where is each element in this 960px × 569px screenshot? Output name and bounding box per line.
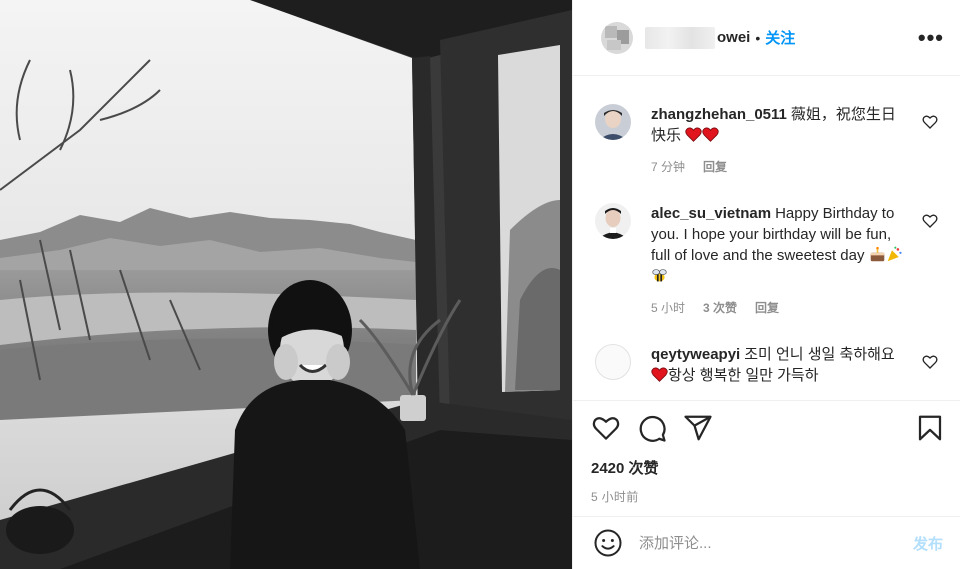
commenter-avatar[interactable] [595,104,631,140]
comment-item: zhangzhehan_0511 薇姐，祝您生日快乐 7 分钟 回复 [595,76,944,175]
heart-icon[interactable] [591,413,621,443]
red-heart-icon [651,367,668,382]
separator-dot: • [755,29,761,46]
comment-list[interactable]: zhangzhehan_0511 薇姐，祝您生日快乐 7 分钟 回复 alec_… [573,76,960,401]
commenter-avatar[interactable] [595,203,631,239]
follow-button[interactable]: 关注 [765,27,795,48]
comment-icon[interactable] [637,413,667,443]
action-icons [591,413,945,443]
post-timestamp[interactable]: 5 小时前 [591,488,945,505]
photo-image [0,0,572,569]
red-heart-icon [702,127,719,142]
commenter-avatar[interactable] [595,344,631,380]
author-name[interactable]: owei [645,26,751,49]
more-options-icon[interactable]: ••• [918,25,944,51]
post-comment-button[interactable]: 发布 [913,533,943,554]
comment-username[interactable]: zhangzhehan_0511 [651,106,787,123]
birthday-cake-icon [870,246,884,262]
like-comment-icon[interactable] [922,114,938,130]
reply-button[interactable]: 回复 [755,299,779,316]
comment-time: 7 分钟 [651,160,686,174]
comment-item: qeytyweapyi 조미 언니 생일 축하해요항상 행복한 일만 가득하 [595,316,944,386]
post-header: owei • 关注 ••• [573,0,960,76]
red-heart-icon [685,127,702,142]
like-comment-icon[interactable] [922,213,938,229]
add-comment-bar: 发布 [573,516,960,569]
comment-text: 조미 언니 생일 축하해요 [744,346,895,363]
comment-time: 5 小时 [651,301,686,315]
comment-username[interactable]: alec_su_vietnam [651,205,771,222]
author-handle-suffix: owei [717,29,751,46]
author-avatar[interactable] [601,21,633,54]
comment-likes[interactable]: 3 次赞 [703,299,737,316]
smile-icon[interactable] [593,528,623,558]
post-side-panel: owei • 关注 ••• zhangzhehan_0511 薇姐，祝您生日快乐… [572,0,960,569]
comment-username[interactable]: qeytyweapyi [651,346,740,363]
comment-input[interactable] [639,534,913,552]
blurred-username [645,26,715,49]
likes-count[interactable]: 2420 次赞 [591,457,945,478]
post-modal: owei • 关注 ••• zhangzhehan_0511 薇姐，祝您生日快乐… [0,0,960,569]
bookmark-icon[interactable] [915,413,945,443]
bee-icon [652,269,667,282]
party-popper-icon [887,246,902,262]
post-photo[interactable] [0,0,572,569]
post-actions: 2420 次赞 5 小时前 [573,400,960,516]
like-comment-icon[interactable] [922,354,938,370]
reply-button[interactable]: 回复 [703,158,727,175]
comment-text-continued: 항상 행복한 일만 가득하 [668,367,819,384]
comment-item: alec_su_vietnam Happy Birthday to you. I … [595,175,944,316]
share-icon[interactable] [683,413,713,443]
